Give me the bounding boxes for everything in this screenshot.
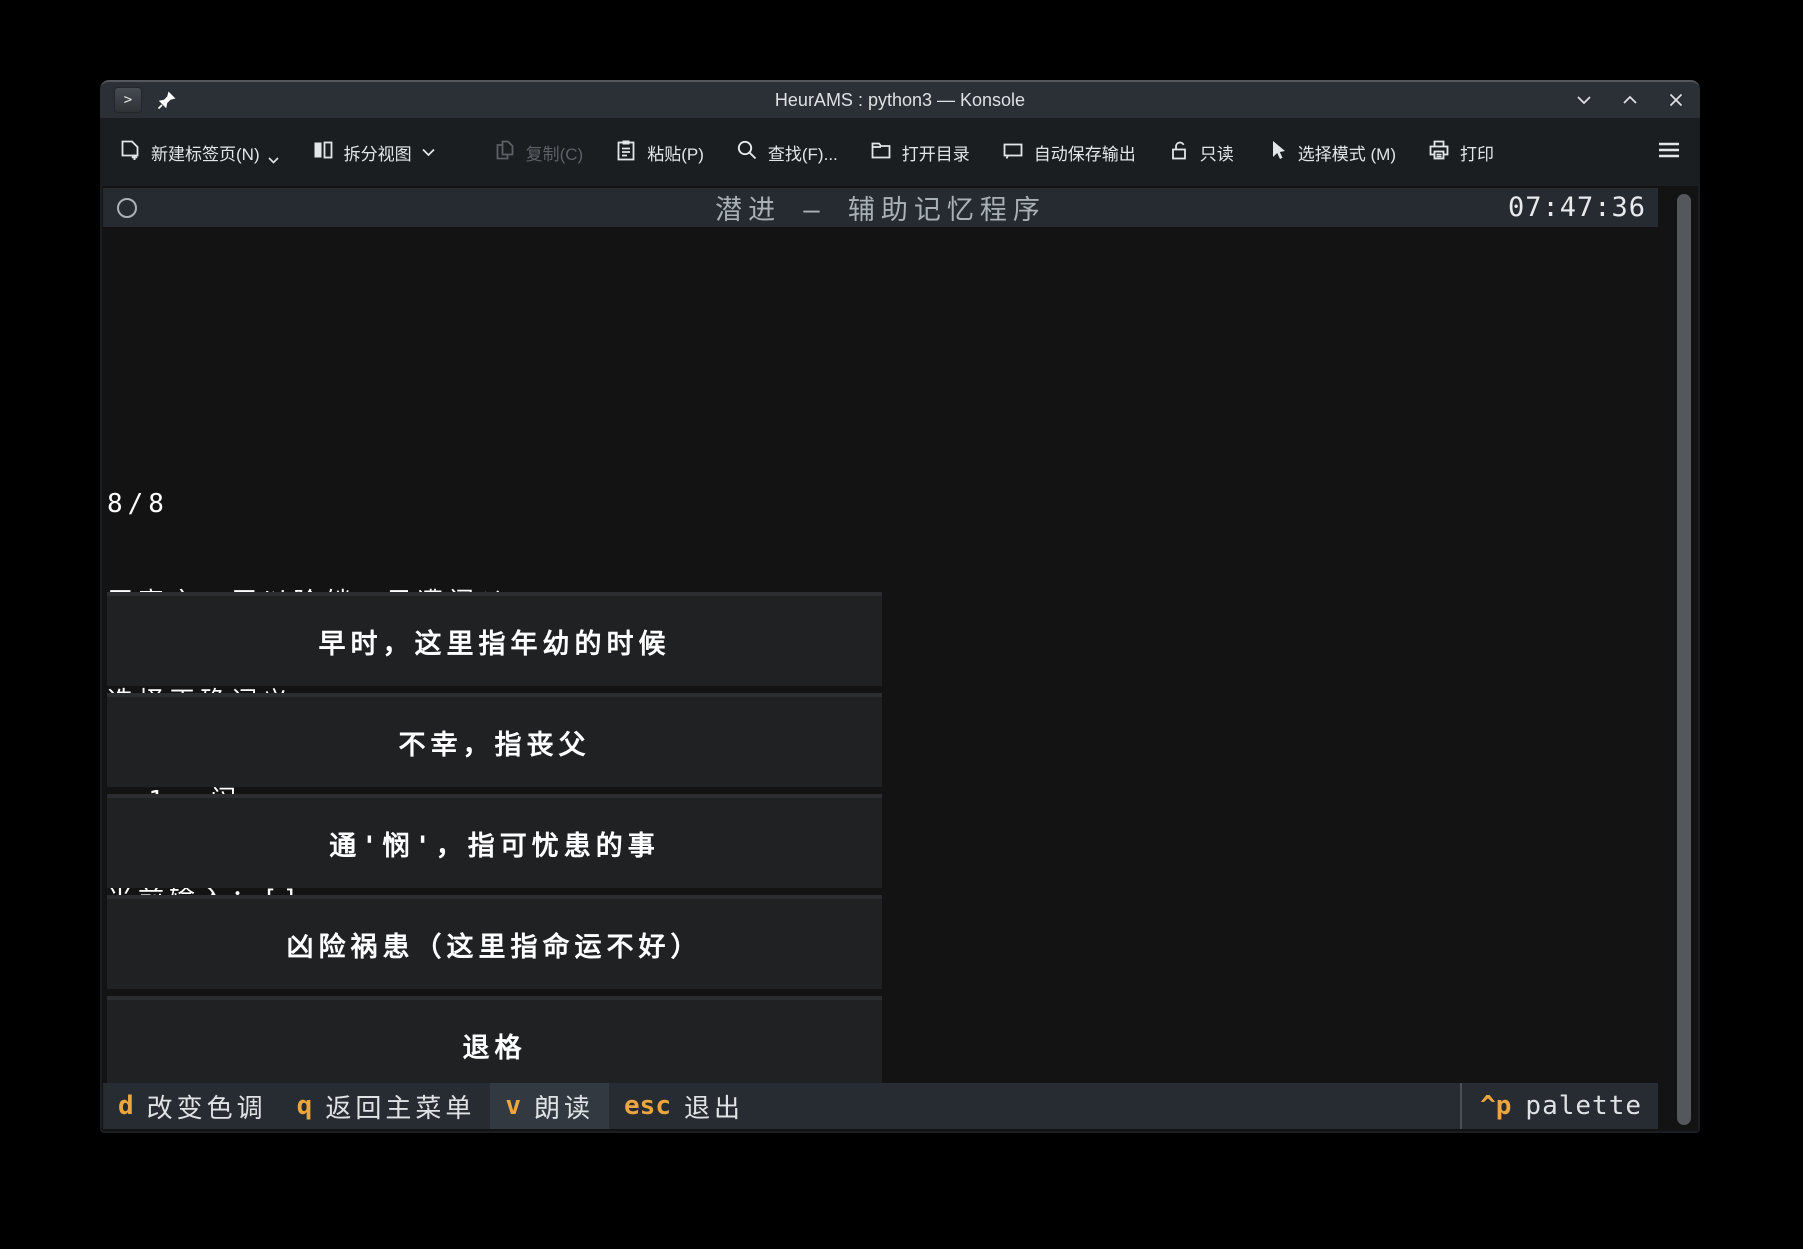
footer-key-main-menu[interactable]: q 返回主菜单 — [282, 1083, 491, 1129]
new-tab-button[interactable]: 新建标签页(N) — [118, 134, 280, 170]
key-badge: ^p — [1480, 1091, 1511, 1121]
copy-icon — [493, 138, 517, 167]
split-view-button[interactable]: 拆分视图 — [311, 138, 436, 167]
hamburger-icon — [1656, 139, 1682, 166]
footer-key-change-hue[interactable]: d 改变色调 — [103, 1083, 282, 1129]
copy-label: 复制(C) — [526, 140, 584, 165]
tui-header-bar: 潜进 – 辅助记忆程序 07:47:36 — [103, 188, 1658, 227]
scrollbar-thumb[interactable] — [1677, 194, 1691, 1125]
choice-list: 早时，这里指年幼的时候 不幸，指丧父 通'悯'，指可忧患的事 凶险祸患（这里指命… — [107, 592, 882, 1097]
konsole-window: > HeurAMS : python3 — Konsole — [100, 80, 1700, 1133]
select-mode-button[interactable]: 选择模式 (M) — [1265, 138, 1396, 167]
find-label: 查找(F)... — [768, 140, 838, 165]
terminal-viewport[interactable]: 潜进 – 辅助记忆程序 07:47:36 8/8 臣密言：臣以险衅，夙遭闵凶. … — [102, 186, 1698, 1131]
copy-button: 复制(C) — [493, 138, 584, 167]
status-circle-icon — [117, 198, 137, 218]
key-label: 改变色调 — [147, 1088, 267, 1125]
progress-counter: 8/8 — [107, 488, 531, 521]
split-view-icon — [311, 138, 335, 167]
key-badge: q — [297, 1091, 313, 1121]
new-tab-icon — [118, 138, 142, 167]
backspace-button[interactable]: 退格 — [107, 996, 882, 1090]
toolbar: 新建标签页(N) 拆分视图 — [100, 118, 1700, 186]
titlebar[interactable]: > HeurAMS : python3 — Konsole — [100, 80, 1700, 118]
open-directory-label: 打开目录 — [902, 140, 970, 165]
find-button[interactable]: 查找(F)... — [735, 138, 838, 167]
footer-key-exit[interactable]: esc 退出 — [609, 1083, 759, 1129]
output-bubble-icon — [1001, 138, 1025, 167]
printer-icon — [1427, 138, 1451, 167]
select-mode-label: 选择模式 (M) — [1298, 140, 1396, 165]
paste-label: 粘贴(P) — [647, 140, 704, 165]
readonly-button[interactable]: 只读 — [1167, 138, 1234, 167]
window-title: HeurAMS : python3 — Konsole — [100, 90, 1700, 111]
footer-palette-shortcut[interactable]: ^p palette — [1460, 1083, 1658, 1129]
hamburger-menu-button[interactable] — [1656, 139, 1682, 166]
tui-clock: 07:47:36 — [1508, 192, 1646, 223]
paste-icon — [614, 138, 638, 167]
autosave-output-label: 自动保存输出 — [1034, 140, 1136, 165]
choice-button-3[interactable]: 通'悯'，指可忧患的事 — [107, 794, 882, 888]
pin-icon — [156, 89, 178, 111]
open-directory-button[interactable]: 打开目录 — [869, 138, 970, 167]
new-tab-label: 新建标签页(N) — [151, 140, 260, 165]
minimize-button[interactable] — [1574, 90, 1594, 110]
keybinding-footer: d 改变色调 q 返回主菜单 v 朗读 esc 退出 ^p palette — [103, 1083, 1658, 1129]
readonly-label: 只读 — [1200, 140, 1234, 165]
scrollbar-track[interactable] — [1677, 194, 1691, 1125]
paste-button[interactable]: 粘贴(P) — [614, 138, 704, 167]
key-label: 退出 — [684, 1088, 744, 1125]
folder-icon — [869, 138, 893, 167]
lock-open-icon — [1167, 138, 1191, 167]
search-icon — [735, 138, 759, 167]
choice-button-2[interactable]: 不幸，指丧父 — [107, 693, 882, 787]
split-view-label: 拆分视图 — [344, 140, 412, 165]
print-label: 打印 — [1460, 140, 1494, 165]
tui-app-title: 潜进 – 辅助记忆程序 — [103, 188, 1658, 227]
terminal-tab-icon[interactable]: > — [114, 87, 142, 113]
key-label: 返回主菜单 — [325, 1088, 475, 1125]
key-badge: v — [505, 1091, 521, 1121]
maximize-button[interactable] — [1620, 90, 1640, 110]
choice-button-4[interactable]: 凶险祸患（这里指命运不好） — [107, 895, 882, 989]
chevron-down-icon[interactable] — [267, 150, 280, 170]
choice-button-1[interactable]: 早时，这里指年幼的时候 — [107, 592, 882, 686]
key-badge: d — [118, 1091, 134, 1121]
key-label: 朗读 — [534, 1088, 594, 1125]
print-button[interactable]: 打印 — [1427, 138, 1494, 167]
autosave-output-button[interactable]: 自动保存输出 — [1001, 138, 1136, 167]
cursor-arrow-icon — [1265, 138, 1289, 167]
palette-label: palette — [1525, 1091, 1642, 1121]
footer-key-read-aloud[interactable]: v 朗读 — [490, 1083, 609, 1129]
close-button[interactable] — [1666, 90, 1686, 110]
key-badge: esc — [624, 1091, 671, 1121]
chevron-down-icon[interactable] — [421, 142, 436, 162]
